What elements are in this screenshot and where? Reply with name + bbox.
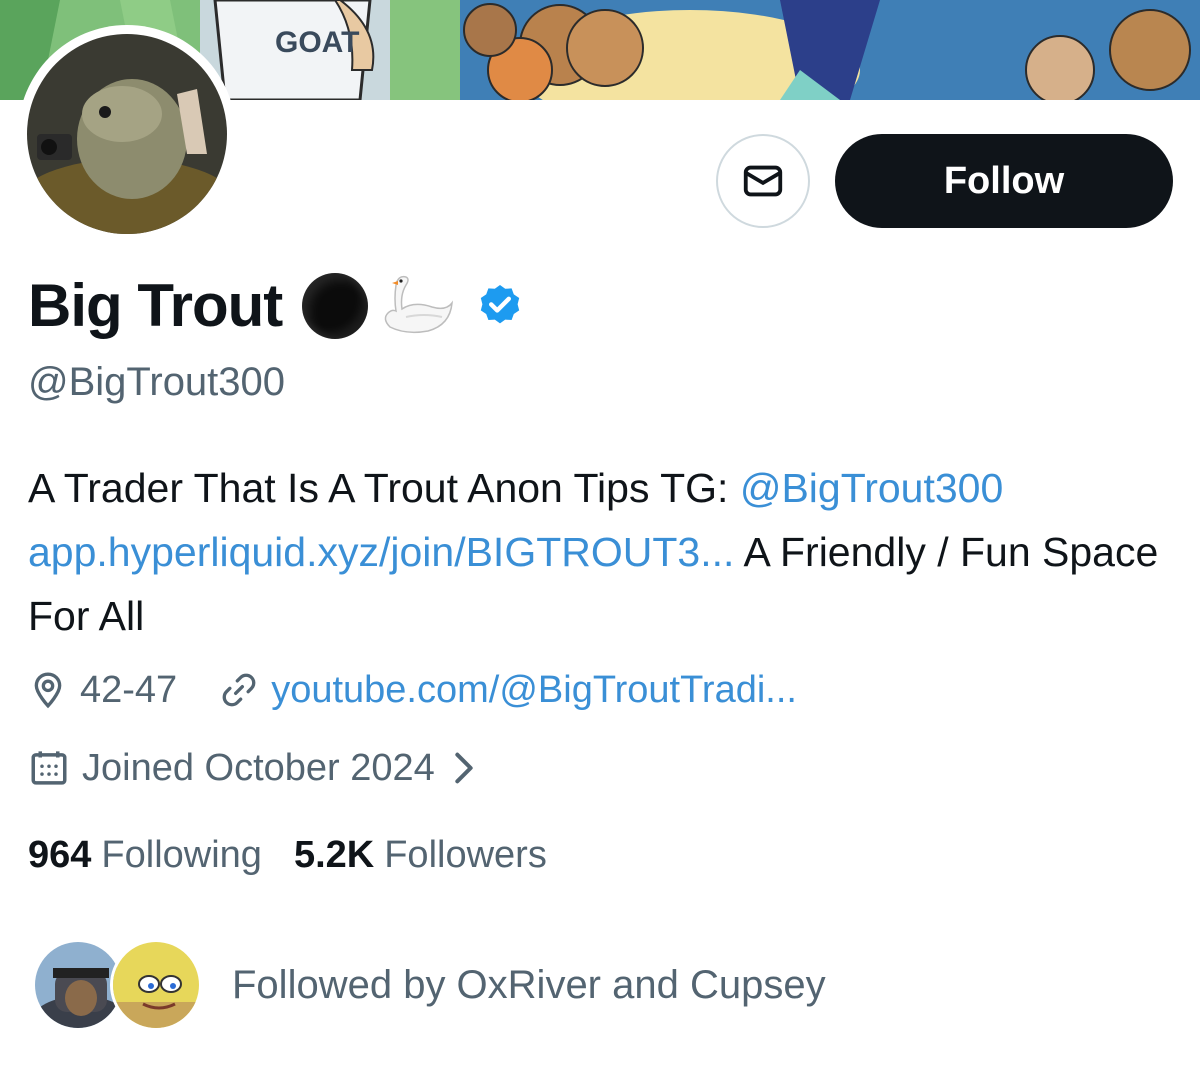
swan-emoji [385, 275, 454, 334]
calendar-icon [28, 747, 70, 789]
profile-joined-date: Joined October 2024 [82, 746, 435, 789]
following-label: Following [101, 833, 262, 876]
following-count: 964 [28, 833, 92, 876]
followed-by-text: Followed by OxRiver and Cupsey [232, 962, 826, 1007]
display-name: Big Trout [28, 272, 283, 339]
following-stat[interactable]: 964 Following [28, 834, 262, 877]
banner-goat-text: GOAT [275, 26, 359, 59]
bio-text: A Trader That Is A Trout Anon Tips TG: [28, 465, 740, 511]
message-button[interactable] [716, 134, 810, 228]
chevron-right-icon [449, 748, 479, 788]
bio-mention-link[interactable]: @BigTrout300 [740, 465, 1003, 511]
followers-stat[interactable]: 5.2K Followers [294, 834, 547, 877]
follow-button[interactable]: Follow [835, 134, 1173, 228]
profile-website-link[interactable]: youtube.com/@BigTroutTradi... [271, 669, 797, 712]
profile-meta-row: 42-47 youtube.com/@BigTroutTradi... [28, 662, 797, 718]
profile-location: 42-47 [80, 668, 178, 711]
location-pin-icon [28, 670, 68, 710]
followed-by-row[interactable]: Followed by OxRiver and Cupsey [32, 935, 826, 1035]
followers-label: Followers [384, 833, 547, 876]
follower-avatar[interactable] [110, 939, 202, 1031]
profile-bio: A Trader That Is A Trout Anon Tips TG: @… [28, 456, 1178, 648]
profile-handle: @BigTrout300 [28, 360, 286, 404]
followers-count: 5.2K [293, 833, 375, 876]
black-circle-emoji [302, 273, 369, 339]
profile-joined-row[interactable]: Joined October 2024 [28, 740, 491, 796]
envelope-icon [743, 165, 783, 197]
profile-avatar[interactable] [18, 25, 236, 243]
verified-badge-icon[interactable] [476, 282, 524, 330]
bio-url-link[interactable]: app.hyperliquid.xyz/join/BIGTROUT3... [28, 529, 734, 575]
profile-stats: 964 Following 5.2K Followers [28, 828, 547, 882]
link-icon [219, 670, 259, 710]
profile-name-row: Big Trout [28, 266, 524, 346]
